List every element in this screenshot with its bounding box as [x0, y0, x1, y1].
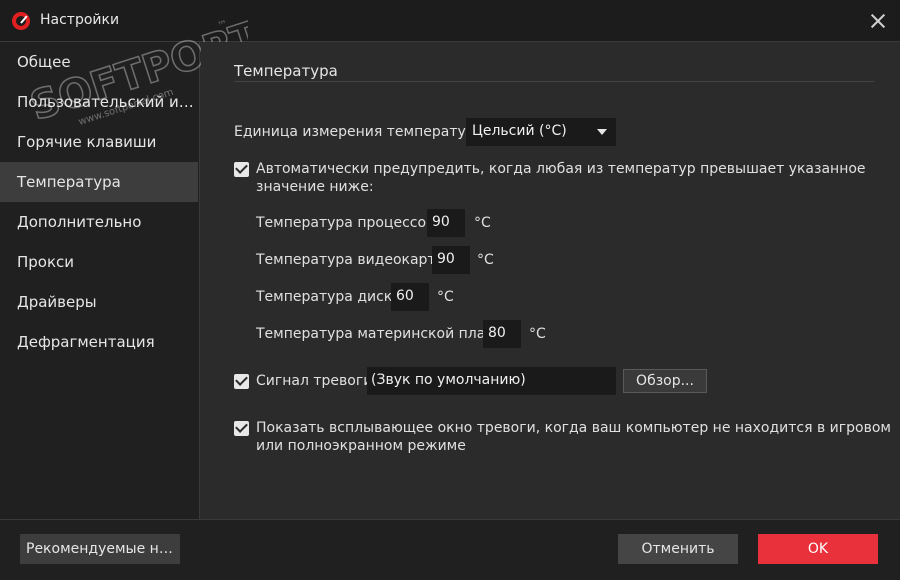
sidebar-item-hotkeys[interactable]: Горячие клавиши	[0, 122, 198, 162]
sidebar-item-advanced[interactable]: Дополнительно	[0, 202, 198, 242]
cpu-temp-input[interactable]: 90	[427, 209, 465, 237]
close-icon[interactable]	[866, 9, 890, 33]
browse-button[interactable]: Обзор...	[623, 369, 707, 393]
footer: Рекомендуемые настройки Отменить OK	[0, 519, 900, 580]
title-bar: Настройки	[0, 0, 900, 42]
cancel-button[interactable]: Отменить	[618, 534, 738, 564]
popup-label-line2: или полноэкранном режиме	[256, 438, 466, 454]
sidebar-item-interface[interactable]: Пользовательский интерфейс	[0, 82, 198, 122]
window-title: Настройки	[40, 12, 120, 28]
sidebar-item-drivers[interactable]: Драйверы	[0, 282, 198, 322]
alarm-checkbox[interactable]	[234, 374, 249, 389]
settings-panel: Температура Единица измерения температур…	[201, 42, 900, 519]
motherboard-temp-label: Температура материнской платы:	[256, 326, 510, 342]
sidebar-item-proxy[interactable]: Прокси	[0, 242, 198, 282]
popup-checkbox[interactable]	[234, 421, 249, 436]
recommended-settings-button[interactable]: Рекомендуемые настройки	[20, 534, 180, 564]
auto-warn-checkbox[interactable]	[234, 162, 249, 177]
cpu-temp-unit: °C	[474, 215, 491, 231]
sidebar-item-defrag[interactable]: Дефрагментация	[0, 322, 198, 362]
sidebar-item-general[interactable]: Общее	[0, 42, 198, 82]
disk-temp-unit: °C	[437, 289, 454, 305]
ok-button[interactable]: OK	[758, 534, 878, 564]
alarm-label: Сигнал тревоги:	[256, 373, 378, 389]
cpu-temp-label: Температура процессора:	[256, 215, 449, 231]
section-divider	[234, 81, 874, 82]
motherboard-temp-unit: °C	[529, 326, 546, 342]
unit-select-value: Цельсий (°C)	[472, 123, 567, 139]
disk-temp-label: Температура диска:	[256, 289, 406, 305]
gpu-temp-label: Температура видеокарты:	[256, 252, 452, 268]
auto-warn-label-line2: значение ниже:	[256, 179, 374, 195]
sidebar-item-temperature[interactable]: Температура	[0, 162, 198, 202]
gpu-temp-unit: °C	[477, 252, 494, 268]
alarm-sound-input[interactable]: (Звук по умолчанию)	[367, 367, 616, 395]
disk-temp-input[interactable]: 60	[391, 283, 429, 311]
unit-select[interactable]: Цельсий (°C)	[466, 118, 616, 146]
unit-label: Единица измерения температуры:	[234, 124, 491, 140]
chevron-down-icon	[597, 129, 607, 135]
gpu-temp-input[interactable]: 90	[432, 246, 470, 274]
auto-warn-label-line1: Автоматически предупредить, когда любая …	[256, 161, 866, 177]
sidebar: Общее Пользовательский интерфейс Горячие…	[0, 42, 200, 519]
app-logo-icon	[12, 12, 30, 30]
popup-label-line1: Показать всплывающее окно тревоги, когда…	[256, 420, 891, 436]
motherboard-temp-input[interactable]: 80	[483, 320, 521, 348]
section-title: Температура	[234, 62, 338, 80]
